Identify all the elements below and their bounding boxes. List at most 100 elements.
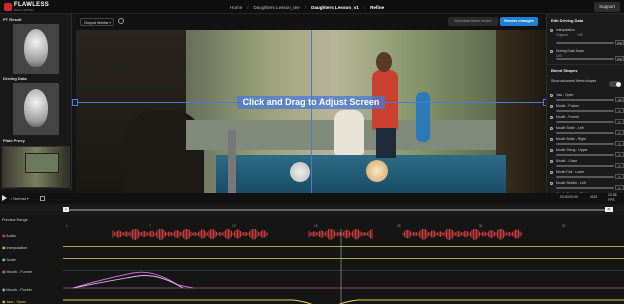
blendshape-row: Mouth - Close 0 xyxy=(547,158,624,169)
breadcrumb-separator: / xyxy=(247,4,249,10)
track-label-text: Scale xyxy=(6,258,16,262)
pt-result-thumbnail[interactable] xyxy=(13,24,59,74)
interpolation-input[interactable]: 100 xyxy=(615,40,624,45)
woman-legs xyxy=(376,128,396,158)
radio-icon[interactable] xyxy=(550,126,553,130)
blendshape-row: Mouth Smile - Left 0 xyxy=(547,125,624,136)
blendshape-label: Jaw - Open xyxy=(556,92,574,97)
blendshape-row: Mouth Stretch - Left 0 xyxy=(547,180,624,191)
interpolation-label: Interpolation xyxy=(556,28,575,32)
track-label[interactable]: ◉ Audio xyxy=(2,233,16,238)
support-button[interactable]: Support xyxy=(594,2,620,12)
transport-bar: ◖ Normal ▾ 00:00:00:00 0021 23.98 FPS xyxy=(0,193,624,204)
fps-value: 23.98 xyxy=(608,193,617,197)
divider xyxy=(547,64,624,65)
frame-number: 0021 xyxy=(590,195,598,199)
blendshape-label: Mouth - Pucker xyxy=(556,103,579,108)
fps-unit: FPS xyxy=(608,197,615,202)
blendshape-label: Mouth - Close xyxy=(556,158,578,163)
fullscreen-icon[interactable] xyxy=(40,196,45,201)
download-render-button[interactable]: Download latest render xyxy=(448,17,498,26)
blendshape-label: Mouth Stretch - Left xyxy=(556,180,586,185)
blendshape-input[interactable]: 0 xyxy=(615,184,624,190)
screen-adjust-guide-vertical[interactable] xyxy=(311,30,312,210)
radio-icon[interactable] xyxy=(550,115,553,119)
track-label-text: Mouth - Pucker xyxy=(6,288,33,292)
blendshape-input[interactable]: 0 xyxy=(615,140,624,146)
breadcrumb-version[interactable]: Daughters Lesson_v1 xyxy=(311,5,359,10)
track-label[interactable]: ◉ Scale xyxy=(2,257,16,262)
ball xyxy=(290,162,310,182)
radio-icon[interactable] xyxy=(550,93,553,97)
timeline-tick: 1 xyxy=(66,224,68,228)
playback-mode-select[interactable]: ◖ Normal ▾ xyxy=(10,196,36,202)
breadcrumb: Home / Daughters Lesson_tee / Daughters … xyxy=(230,5,384,10)
pole xyxy=(228,130,236,193)
blendshape-input[interactable]: 0 xyxy=(615,151,624,157)
blendshape-input[interactable]: 0 xyxy=(615,118,624,124)
driving-scale-slider[interactable] xyxy=(556,58,614,60)
mouth-pucker-curve[interactable] xyxy=(72,275,184,289)
right-panel: Edit Driving Data Interpolation Original… xyxy=(546,14,624,201)
blendshape-slider[interactable] xyxy=(556,165,614,167)
radio-icon[interactable] xyxy=(550,104,553,108)
radio-icon[interactable] xyxy=(550,148,553,152)
drag-handle-left[interactable] xyxy=(72,99,78,106)
play-icon[interactable] xyxy=(2,195,7,201)
blendshape-label: Mouth Shrug - Upper xyxy=(556,147,588,152)
blendshape-row: Mouth - Funnel 0 xyxy=(547,114,624,125)
jaw-open-curve[interactable] xyxy=(63,299,624,304)
breadcrumb-project[interactable]: Daughters Lesson_tee xyxy=(254,5,300,10)
settings-icon[interactable] xyxy=(118,18,124,24)
blendshape-input[interactable]: -50 xyxy=(615,96,624,102)
plate-frame xyxy=(25,153,59,173)
driving-data-thumbnail[interactable] xyxy=(13,83,59,135)
radio-icon[interactable] xyxy=(550,50,553,53)
mouth-funnel-curve[interactable] xyxy=(72,271,194,289)
blendshape-label: Mouth Smile - Right xyxy=(556,136,586,141)
blendshape-input[interactable]: 0 xyxy=(615,107,624,113)
range-track[interactable] xyxy=(69,209,605,211)
blendshape-input[interactable]: 0 xyxy=(615,129,624,135)
track-label[interactable]: ◉ Mouth - Funnel xyxy=(2,269,32,274)
timeline: Preview Range 1 7 13 19 25 31 37 ◉ Audio ◉ Inte… xyxy=(0,215,624,304)
blendshape-slider[interactable] xyxy=(556,110,614,112)
breadcrumb-home[interactable]: Home xyxy=(230,5,242,10)
blendshape-slider[interactable] xyxy=(556,176,614,178)
track-label-text: Audio xyxy=(6,234,16,238)
show-advanced-toggle[interactable] xyxy=(609,81,621,87)
show-advanced-label: Show advanced blend shapes xyxy=(551,79,597,83)
blendshape-slider[interactable] xyxy=(556,121,614,123)
output-media-select[interactable]: Output Media ▾ xyxy=(80,18,114,26)
plate-proxy-thumbnail[interactable] xyxy=(2,146,70,188)
blendshape-slider[interactable] xyxy=(556,187,614,189)
radio-icon[interactable] xyxy=(550,181,553,185)
range-end-handle[interactable]: 41 xyxy=(605,207,613,212)
track-label-text: Jaw - Open xyxy=(6,300,26,304)
driving-data-label: Driving Data xyxy=(3,76,27,81)
radio-icon[interactable] xyxy=(550,137,553,141)
pt-result-label: PT Result xyxy=(3,17,22,22)
blendshape-input[interactable]: 0 xyxy=(615,173,624,179)
blendshape-slider[interactable] xyxy=(556,132,614,134)
output-media-label: Output Media xyxy=(84,20,109,25)
track-label[interactable]: ◉ Interpolation xyxy=(2,245,27,250)
blendshape-slider[interactable] xyxy=(556,154,614,156)
radio-icon[interactable] xyxy=(550,29,553,32)
preview-range-label: Preview Range xyxy=(2,218,28,222)
blendshape-slider[interactable] xyxy=(556,99,614,101)
radio-icon[interactable] xyxy=(550,170,553,174)
playback-mode-label: Normal xyxy=(13,197,26,201)
blendshape-slider[interactable] xyxy=(556,143,614,145)
driving-scale-input[interactable]: 100 xyxy=(615,56,624,61)
driving-scale-label: Driving Data Scale xyxy=(556,49,585,53)
timeline-tick: 19 xyxy=(314,224,318,228)
blend-shapes-header: Blend Shapes xyxy=(551,68,578,73)
render-changes-button[interactable]: Render changes xyxy=(500,17,538,26)
track-label[interactable]: ◉ Mouth - Pucker xyxy=(2,287,32,292)
radio-icon[interactable] xyxy=(550,159,553,163)
blendshape-input[interactable]: 0 xyxy=(615,162,624,168)
track-label[interactable]: ◉ Jaw - Open xyxy=(2,299,26,304)
track-curves[interactable] xyxy=(63,229,624,304)
interpolation-slider[interactable] xyxy=(556,42,614,44)
